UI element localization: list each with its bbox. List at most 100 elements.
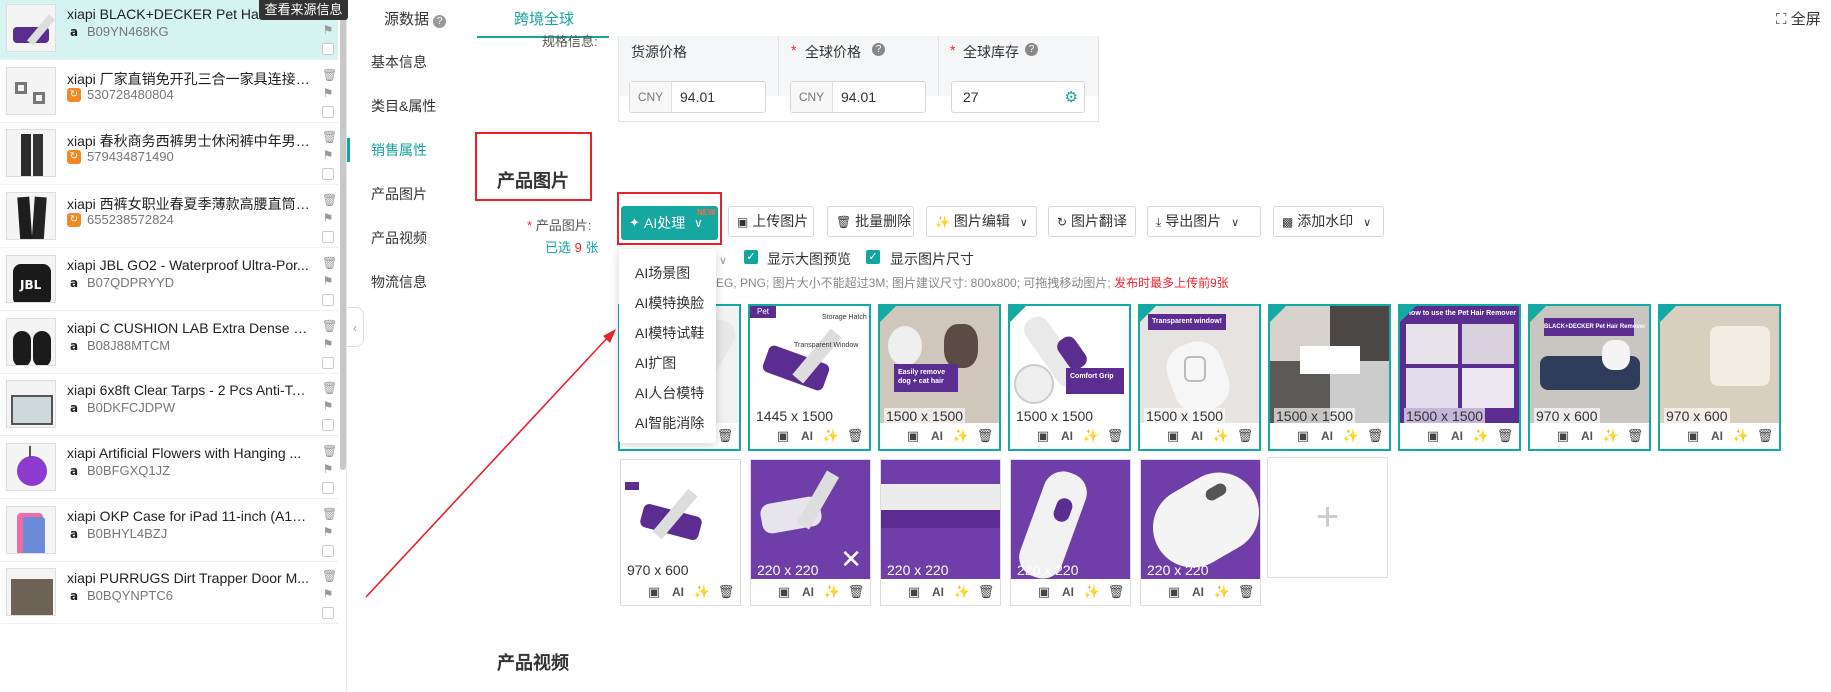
trash-icon[interactable]: 🗑 xyxy=(846,427,864,445)
trash-icon[interactable]: 🗑 xyxy=(322,320,337,332)
trash-icon[interactable]: 🗑 xyxy=(1366,427,1384,445)
trash-icon[interactable]: 🗑 xyxy=(976,427,994,445)
product-list-item[interactable]: xiapi 厂家直销免开孔三合一家具连接件... ↻ 530728480804 🗑 ⚑ xyxy=(0,61,338,123)
flag-icon[interactable]: ⚑ xyxy=(322,338,334,350)
trash-icon[interactable]: 🗑 xyxy=(322,69,337,81)
product-image-card[interactable]: 970 x 600 ▣ AI ✨ 🗑 xyxy=(620,459,741,606)
menu-item-ai-scene[interactable]: AI场景图 xyxy=(635,263,690,283)
nav-logistics[interactable]: 物流信息 xyxy=(371,272,427,292)
global-price-field[interactable]: CNY 94.01 xyxy=(790,81,926,113)
product-checkbox[interactable] xyxy=(322,231,334,244)
image-replace-icon[interactable]: ▣ xyxy=(1035,583,1053,601)
product-image-card[interactable]: 1500 x 1500 ▣ AI ✨ 🗑 xyxy=(1268,304,1391,451)
trash-icon[interactable]: 🗑 xyxy=(322,257,337,269)
trash-icon[interactable]: 🗑 xyxy=(717,583,735,601)
ai-action[interactable]: AI xyxy=(1188,427,1206,445)
ai-action[interactable]: AI xyxy=(1189,583,1207,601)
image-replace-icon[interactable]: ▣ xyxy=(905,583,923,601)
product-image-card[interactable]: 970 x 600 ▣ AI ✨ 🗑 xyxy=(1658,304,1781,451)
trash-icon[interactable]: 🗑 xyxy=(322,445,337,457)
menu-item-ai-erase[interactable]: AI智能消除 xyxy=(635,413,704,433)
magic-wand-icon[interactable]: ✨ xyxy=(822,427,840,445)
magic-wand-icon[interactable]: ✨ xyxy=(952,427,970,445)
collapse-sidebar-button[interactable]: ‹ xyxy=(347,307,364,347)
gear-icon[interactable]: ⚙ xyxy=(1065,88,1078,106)
flag-icon[interactable]: ⚑ xyxy=(322,400,334,412)
flag-icon[interactable]: ⚑ xyxy=(322,588,334,600)
ai-action[interactable]: AI xyxy=(1708,427,1726,445)
product-image-card[interactable]: How to use the Pet Hair Remover 1500 x 15… xyxy=(1398,304,1521,451)
product-image-card[interactable]: Comfort Grip 1500 x 1500 ▣ AI ✨ 🗑 xyxy=(1008,304,1131,451)
trash-icon[interactable]: 🗑 xyxy=(1496,427,1514,445)
image-replace-icon[interactable]: ▣ xyxy=(1165,583,1183,601)
product-list-item[interactable]: xiapi 西裤女职业春夏季薄款高腰直筒垂... ↻ 655238572824 🗑 ⚑ xyxy=(0,186,338,249)
trash-icon[interactable]: 🗑 xyxy=(977,583,995,601)
product-checkbox[interactable] xyxy=(322,293,334,306)
product-image-card[interactable]: ✕ 220 x 220 ▣ AI ✨ 🗑 xyxy=(750,459,871,606)
magic-wand-icon[interactable]: ✨ xyxy=(1732,427,1750,445)
nav-product-images[interactable]: 产品图片 xyxy=(371,184,427,204)
magic-wand-icon[interactable]: ✨ xyxy=(1342,427,1360,445)
nav-product-video[interactable]: 产品视频 xyxy=(371,228,427,248)
flag-icon[interactable]: ⚑ xyxy=(322,24,334,36)
nav-category-attributes[interactable]: 类目&属性 xyxy=(371,96,436,116)
tab-cross-border[interactable]: 跨境全球 xyxy=(514,8,574,29)
trash-icon[interactable]: 🗑 xyxy=(322,131,337,143)
add-watermark-button[interactable]: ▩ 添加水印 ∨ xyxy=(1273,206,1384,237)
image-replace-icon[interactable]: ▣ xyxy=(774,427,792,445)
ai-action[interactable]: AI xyxy=(799,583,817,601)
magic-wand-icon[interactable]: ✨ xyxy=(1083,583,1101,601)
magic-wand-icon[interactable]: ✨ xyxy=(1213,583,1231,601)
image-replace-icon[interactable]: ▣ xyxy=(1684,427,1702,445)
show-size-checkbox[interactable]: ✓ xyxy=(866,250,880,264)
image-replace-icon[interactable]: ▣ xyxy=(775,583,793,601)
product-checkbox[interactable] xyxy=(322,105,334,118)
product-image-card[interactable]: 220 x 220 ▣ AI ✨ 🗑 xyxy=(1140,459,1261,606)
product-image-card[interactable]: Pet Storage Hatch Transparent Window 1445 x… xyxy=(748,304,871,451)
ai-action[interactable]: AI xyxy=(929,583,947,601)
global-stock-field[interactable]: 27 ⚙ xyxy=(951,81,1085,113)
image-replace-icon[interactable]: ▣ xyxy=(1164,427,1182,445)
trash-icon[interactable]: 🗑 xyxy=(1106,427,1124,445)
flag-icon[interactable]: ⚑ xyxy=(322,275,334,287)
flag-icon[interactable]: ⚑ xyxy=(322,463,334,475)
trash-icon[interactable]: 🗑 xyxy=(1236,427,1254,445)
flag-icon[interactable]: ⚑ xyxy=(322,149,334,161)
image-translate-button[interactable]: ↻ 图片翻译 xyxy=(1048,206,1136,237)
source-price-field[interactable]: CNY 94.01 xyxy=(629,81,766,113)
ai-action[interactable]: AI xyxy=(1578,427,1596,445)
product-image-card[interactable]: 220 x 220 ▣ AI ✨ 🗑 xyxy=(1010,459,1131,606)
image-replace-icon[interactable]: ▣ xyxy=(1554,427,1572,445)
product-checkbox[interactable] xyxy=(322,481,334,494)
ai-action[interactable]: AI xyxy=(1059,583,1077,601)
trash-icon[interactable]: 🗑 xyxy=(322,570,337,582)
nav-basic-info[interactable]: 基本信息 xyxy=(371,52,427,72)
ai-action[interactable]: AI xyxy=(1318,427,1336,445)
trash-icon[interactable]: 🗑 xyxy=(1237,583,1255,601)
flag-icon[interactable]: ⚑ xyxy=(322,526,334,538)
product-list-item[interactable]: xiapi PURRUGS Dirt Trapper Door M... a B0B… xyxy=(0,562,338,625)
export-image-button[interactable]: ⤓ 导出图片 ∨ xyxy=(1147,206,1261,237)
big-preview-checkbox[interactable]: ✓ xyxy=(744,250,758,264)
image-edit-button[interactable]: ✨ 图片编辑 ∨ xyxy=(926,206,1037,237)
product-image-card[interactable]: BLACK+DECKER Pet Hair Remover 970 x 600 ▣ A… xyxy=(1528,304,1651,451)
trash-icon[interactable]: 🗑 xyxy=(322,194,337,206)
product-image-card[interactable]: Easily remove dog + cat hair 1500 x 1500 ▣… xyxy=(878,304,1001,451)
trash-icon[interactable]: 🗑 xyxy=(1107,583,1125,601)
image-replace-icon[interactable]: ▣ xyxy=(645,583,663,601)
close-icon[interactable]: ✕ xyxy=(840,546,862,572)
upload-image-button[interactable]: ▣ 上传图片 xyxy=(728,206,814,237)
add-image-button[interactable]: + xyxy=(1267,457,1388,578)
image-replace-icon[interactable]: ▣ xyxy=(1294,427,1312,445)
ai-action[interactable]: AI xyxy=(1058,427,1076,445)
product-list-item[interactable]: xiapi 春秋商务西裤男士休闲裤中年男裤... ↻ 579434871490 🗑 ⚑ xyxy=(0,123,338,186)
menu-item-ai-mannequin[interactable]: AI人台模特 xyxy=(635,383,704,403)
product-list-item[interactable]: xiapi C CUSHION LAB Extra Dense Lu... a B0… xyxy=(0,312,338,374)
product-checkbox[interactable] xyxy=(322,419,334,432)
product-checkbox[interactable] xyxy=(322,43,334,55)
menu-item-ai-expand[interactable]: AI扩图 xyxy=(635,353,676,373)
menu-item-ai-face-swap[interactable]: AI模特换脸 xyxy=(635,293,704,313)
magic-wand-icon[interactable]: ✨ xyxy=(1082,427,1100,445)
tab-source-data[interactable]: 源数据 ? xyxy=(384,8,447,29)
product-list-item[interactable]: JBL xiapi JBL GO2 - Waterproof Ultra-Por.… xyxy=(0,249,338,311)
